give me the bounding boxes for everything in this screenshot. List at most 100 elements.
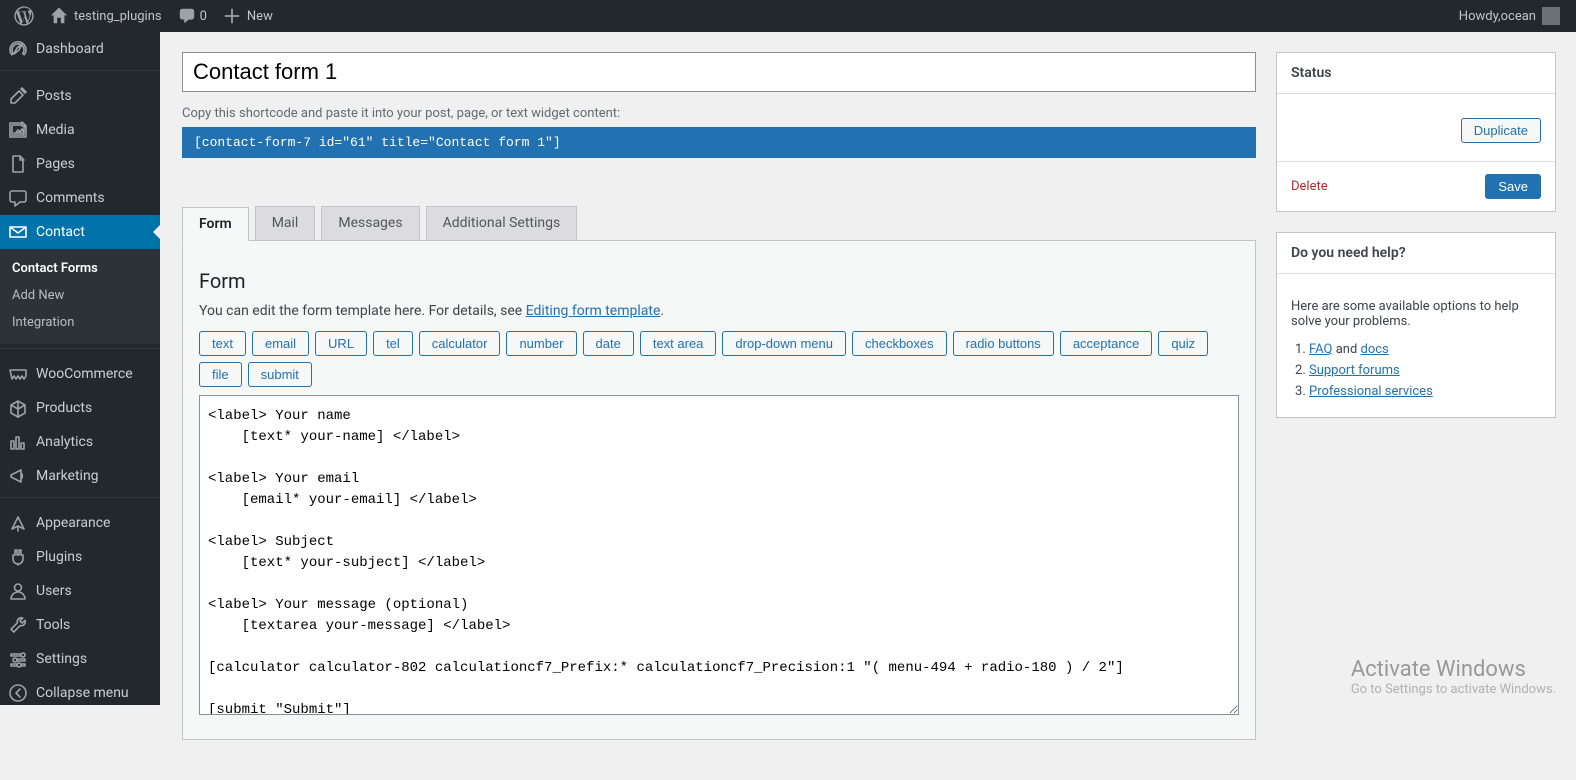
menu-item-contact[interactable]: Contact xyxy=(0,215,160,249)
appearance-icon xyxy=(8,513,28,533)
editor-tabs: FormMailMessagesAdditional Settings xyxy=(182,206,1256,240)
tag-btn-text-area[interactable]: text area xyxy=(640,331,717,356)
tag-btn-email[interactable]: email xyxy=(252,331,309,356)
tag-btn-number[interactable]: number xyxy=(506,331,576,356)
help-and: and xyxy=(1332,342,1360,357)
editing-template-link[interactable]: Editing form template xyxy=(526,303,661,319)
howdy-name: ocean xyxy=(1501,9,1536,24)
marketing-icon xyxy=(8,466,28,486)
adminbar: testing_plugins 0 New Howdy, ocean xyxy=(0,0,1576,32)
menu-item-label: WooCommerce xyxy=(36,366,133,382)
pages-icon xyxy=(8,154,28,174)
menu-item-settings[interactable]: Settings xyxy=(0,642,160,676)
site-name[interactable]: testing_plugins xyxy=(42,0,170,32)
help-link-forums[interactable]: Support forums xyxy=(1309,363,1400,378)
tab-addl[interactable]: Additional Settings xyxy=(426,206,578,240)
posts-icon xyxy=(8,86,28,106)
help-link-pro[interactable]: Professional services xyxy=(1309,384,1433,399)
menu-item-marketing[interactable]: Marketing xyxy=(0,459,160,493)
tag-btn-drop-down-menu[interactable]: drop-down menu xyxy=(722,331,846,356)
menu-item-label: Settings xyxy=(36,651,87,667)
products-icon xyxy=(8,398,28,418)
menu-separator xyxy=(0,497,160,502)
tag-btn-quiz[interactable]: quiz xyxy=(1158,331,1208,356)
menu-item-plugins[interactable]: Plugins xyxy=(0,540,160,574)
menu-item-analytics[interactable]: Analytics xyxy=(0,425,160,459)
menu-item-label: Products xyxy=(36,400,92,416)
primary-column: Copy this shortcode and paste it into yo… xyxy=(182,52,1256,740)
comments-icon xyxy=(8,188,28,208)
shortcode-note: Copy this shortcode and paste it into yo… xyxy=(182,106,1256,121)
avatar xyxy=(1542,7,1560,25)
menu-item-posts[interactable]: Posts xyxy=(0,79,160,113)
media-icon xyxy=(8,120,28,140)
menu-item-tools[interactable]: Tools xyxy=(0,608,160,642)
form-template-textarea[interactable] xyxy=(199,395,1239,715)
menu-item-label: Marketing xyxy=(36,468,99,484)
tag-btn-calculator[interactable]: calculator xyxy=(419,331,501,356)
settings-icon xyxy=(8,649,28,669)
help-link-docs[interactable]: docs xyxy=(1361,342,1389,357)
menu-item-woocommerce[interactable]: WooCommerce xyxy=(0,357,160,391)
dashboard-icon xyxy=(8,39,28,59)
wp-logo[interactable] xyxy=(6,0,42,32)
sidebar-right: Status Duplicate Delete Save Do you need… xyxy=(1276,52,1556,438)
users-icon xyxy=(8,581,28,601)
menu-item-label: Users xyxy=(36,583,72,599)
shortcode-display[interactable]: [contact-form-7 id="61" title="Contact f… xyxy=(182,127,1256,158)
tools-icon xyxy=(8,615,28,635)
tab-mail[interactable]: Mail xyxy=(255,206,316,240)
menu-item-label: Pages xyxy=(36,156,75,172)
menu-item-label: Comments xyxy=(36,190,105,206)
tag-btn-acceptance[interactable]: acceptance xyxy=(1060,331,1153,356)
submenu-contact: Contact FormsAdd NewIntegration xyxy=(0,249,160,344)
menu-item-appearance[interactable]: Appearance xyxy=(0,506,160,540)
menu-item-products[interactable]: Products xyxy=(0,391,160,425)
tag-btn-file[interactable]: file xyxy=(199,362,242,387)
comments-count: 0 xyxy=(200,9,207,24)
duplicate-button[interactable]: Duplicate xyxy=(1461,118,1541,143)
status-postbox: Status Duplicate Delete Save xyxy=(1276,52,1556,212)
home-icon xyxy=(50,7,68,25)
tag-buttons: textemailURLtelcalculatornumber datetext … xyxy=(199,331,1239,387)
submenu-item-contact-forms[interactable]: Contact Forms xyxy=(0,255,160,282)
form-desc-suffix: . xyxy=(660,303,664,319)
menu-item-users[interactable]: Users xyxy=(0,574,160,608)
tag-btn-text[interactable]: text xyxy=(199,331,246,356)
submenu-item-add-new[interactable]: Add New xyxy=(0,282,160,309)
delete-link[interactable]: Delete xyxy=(1291,179,1328,194)
plugins-icon xyxy=(8,547,28,567)
collapse-icon xyxy=(8,683,28,703)
save-button[interactable]: Save xyxy=(1485,174,1541,199)
tag-btn-url[interactable]: URL xyxy=(315,331,367,356)
new-label: New xyxy=(247,9,273,24)
menu-item-label: Tools xyxy=(36,617,70,633)
form-panel-heading: Form xyxy=(199,269,1239,293)
tab-messages[interactable]: Messages xyxy=(321,206,419,240)
menu-item-media[interactable]: Media xyxy=(0,113,160,147)
analytics-icon xyxy=(8,432,28,452)
form-title-input[interactable] xyxy=(182,52,1256,92)
tag-btn-checkboxes[interactable]: checkboxes xyxy=(852,331,947,356)
menu-item-label: Appearance xyxy=(36,515,110,531)
menu-item-label: Media xyxy=(36,122,75,138)
tag-btn-date[interactable]: date xyxy=(583,331,634,356)
menu-item-dashboard[interactable]: Dashboard xyxy=(0,32,160,66)
tag-btn-radio-buttons[interactable]: radio buttons xyxy=(953,331,1054,356)
tag-btn-submit[interactable]: submit xyxy=(248,362,312,387)
my-account[interactable]: Howdy, ocean xyxy=(1451,0,1568,32)
help-link-faq[interactable]: FAQ xyxy=(1309,342,1332,357)
submenu-item-integration[interactable]: Integration xyxy=(0,309,160,336)
status-heading: Status xyxy=(1277,53,1555,94)
menu-item-comments[interactable]: Comments xyxy=(0,181,160,215)
tab-form[interactable]: Form xyxy=(182,207,249,241)
menu-item-label: Analytics xyxy=(36,434,93,450)
comments-bubble[interactable]: 0 xyxy=(170,0,215,32)
help-list: FAQ and docs Support forums Professional… xyxy=(1309,342,1541,399)
new-content[interactable]: New xyxy=(215,0,281,32)
menu-item-collapse[interactable]: Collapse menu xyxy=(0,676,160,705)
menu-item-pages[interactable]: Pages xyxy=(0,147,160,181)
howdy-prefix: Howdy, xyxy=(1459,9,1501,24)
menu-separator xyxy=(0,70,160,75)
tag-btn-tel[interactable]: tel xyxy=(373,331,413,356)
